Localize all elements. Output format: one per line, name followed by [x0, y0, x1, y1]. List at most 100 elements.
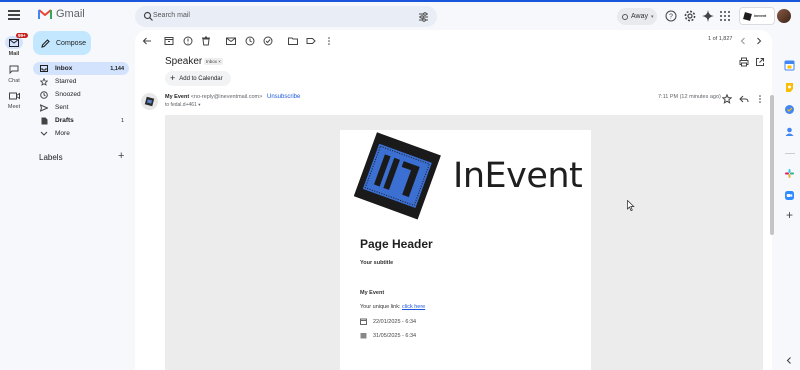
more-vertical-icon[interactable]: [324, 36, 334, 46]
zoom-addon-icon[interactable]: [784, 190, 795, 201]
recipient-text: to fedal.d+461: [165, 102, 197, 108]
sidebar-item-label: Drafts: [55, 117, 74, 124]
chevron-down-icon: ▾: [651, 13, 654, 20]
email-body-card: InEvent Page Header Your subtitle My Eve…: [340, 130, 591, 370]
compose-button[interactable]: Compose: [33, 31, 91, 55]
scrollbar[interactable]: [770, 95, 774, 235]
sidebar-item-drafts[interactable]: Drafts 1: [33, 114, 129, 127]
more-vertical-icon[interactable]: [755, 94, 765, 104]
rail-item-chat[interactable]: Chat: [0, 63, 28, 84]
older-chevron-right-icon[interactable]: [754, 36, 764, 46]
account-brand-text: inevent: [754, 14, 767, 18]
rail-label-chat: Chat: [8, 78, 20, 84]
sidebar-item-sent[interactable]: Sent: [33, 101, 129, 114]
settings-gear-icon[interactable]: [684, 10, 696, 22]
app-name: Gmail: [56, 8, 85, 20]
add-label-icon[interactable]: +: [118, 150, 124, 162]
gemini-sparkle-icon[interactable]: [702, 10, 714, 22]
inevent-logo-icon: [743, 11, 752, 21]
star-icon: [40, 77, 48, 86]
top-bar: Gmail Search mail Away ▾ ? inevent: [0, 2, 800, 30]
status-toggle[interactable]: Away ▾: [617, 8, 657, 25]
sidebar-item-snoozed[interactable]: Snoozed: [33, 88, 129, 101]
star-icon[interactable]: [722, 94, 732, 104]
chevron-down-icon: [40, 131, 48, 136]
status-label: Away: [631, 13, 648, 20]
main-menu-icon[interactable]: [8, 10, 20, 20]
trash-icon[interactable]: [201, 36, 211, 46]
inbox-icon: [40, 65, 48, 72]
start-date-row: 22/01/2025 - 6:34: [360, 318, 416, 325]
search-input[interactable]: Search mail: [153, 12, 190, 19]
unique-link[interactable]: click here: [402, 304, 425, 310]
pencil-icon: [41, 38, 50, 48]
back-arrow-icon[interactable]: [142, 36, 152, 46]
calendar-app-icon[interactable]: [784, 60, 795, 71]
inbox-label-chip[interactable]: Inbox ×: [204, 58, 223, 65]
keep-app-icon[interactable]: [784, 82, 795, 93]
inbox-count: 1,144: [110, 65, 124, 72]
gmail-logo[interactable]: Gmail: [38, 8, 85, 20]
unsubscribe-link[interactable]: Unsubscribe: [267, 94, 300, 100]
end-date: 31/05/2025 - 6:34: [373, 332, 417, 339]
gmail-m-icon: [38, 8, 52, 19]
apps-grid-icon[interactable]: [719, 10, 731, 22]
send-icon: [40, 103, 48, 112]
email-subject: Speaker: [165, 56, 203, 67]
slack-addon-icon[interactable]: [784, 168, 795, 179]
reply-icon[interactable]: [739, 94, 749, 104]
mark-unread-icon[interactable]: [226, 36, 236, 46]
page-subtitle: Your subtitle: [360, 260, 394, 266]
chat-icon: [9, 65, 19, 75]
rail-item-meet[interactable]: Meet: [0, 89, 28, 110]
sender-email: <no-reply@ineventmail.com>: [190, 94, 263, 100]
open-new-window-icon[interactable]: [755, 57, 765, 67]
user-avatar[interactable]: [777, 9, 791, 23]
page-header: Page Header: [360, 237, 433, 251]
get-addons-plus-icon[interactable]: +: [784, 209, 795, 221]
brand-name-text: InEvent: [453, 156, 583, 196]
report-spam-icon[interactable]: [183, 36, 193, 46]
sender-line: My Event <no-reply@ineventmail.com>: [165, 94, 262, 100]
sender-name[interactable]: My Event: [165, 94, 189, 100]
recipient-line[interactable]: to fedal.d+461 ▾: [165, 102, 201, 108]
calendar-icon: [360, 318, 367, 325]
expand-side-panel-icon[interactable]: [784, 355, 795, 366]
move-to-folder-icon[interactable]: [288, 36, 298, 46]
account-brand-badge[interactable]: inevent: [739, 7, 775, 25]
search-bar[interactable]: Search mail: [135, 6, 437, 27]
event-name: My Event: [360, 290, 385, 296]
side-rail-divider: [785, 153, 795, 154]
sidebar-item-label: More: [55, 130, 70, 137]
rail-label-meet: Meet: [7, 104, 21, 110]
add-to-calendar-button[interactable]: + Add to Calendar: [165, 71, 231, 86]
video-camera-icon: [8, 92, 20, 99]
unique-link-prefix: Your unique link:: [360, 304, 401, 310]
snooze-clock-icon[interactable]: [245, 36, 255, 46]
message-view: 1 of 1,827 Speaker Inbox × + Add to Cale…: [135, 30, 772, 370]
unique-link-line: Your unique link: click here: [360, 304, 425, 310]
sidebar-item-label: Inbox: [55, 65, 73, 72]
sidebar-item-inbox[interactable]: Inbox 1,144: [33, 62, 129, 75]
sidebar-item-starred[interactable]: Starred: [33, 75, 129, 88]
sidebar-item-label: Starred: [55, 78, 77, 85]
contacts-app-icon[interactable]: [784, 126, 795, 137]
tasks-app-icon[interactable]: [784, 104, 795, 115]
search-options-icon[interactable]: [418, 11, 429, 22]
newer-chevron-left-icon[interactable]: [738, 36, 748, 46]
app-rail: 99+ Mail Chat Meet: [0, 30, 28, 370]
help-icon[interactable]: ?: [665, 10, 677, 22]
rail-item-mail[interactable]: 99+ Mail: [0, 33, 28, 57]
archive-icon[interactable]: [164, 36, 174, 46]
label-tag-icon[interactable]: [306, 36, 316, 46]
start-date: 22/01/2025 - 6:34: [373, 318, 417, 325]
clock-icon: [40, 90, 48, 99]
sidebar-item-more[interactable]: More: [33, 127, 129, 140]
mail-icon: [9, 38, 19, 47]
message-time: 7:11 PM (12 minutes ago): [658, 94, 721, 100]
inevent-logo-icon: [144, 96, 155, 107]
sender-avatar[interactable]: [141, 93, 158, 110]
print-icon[interactable]: [739, 57, 749, 67]
add-task-icon[interactable]: [263, 36, 273, 46]
mouse-pointer-icon: [627, 200, 635, 211]
